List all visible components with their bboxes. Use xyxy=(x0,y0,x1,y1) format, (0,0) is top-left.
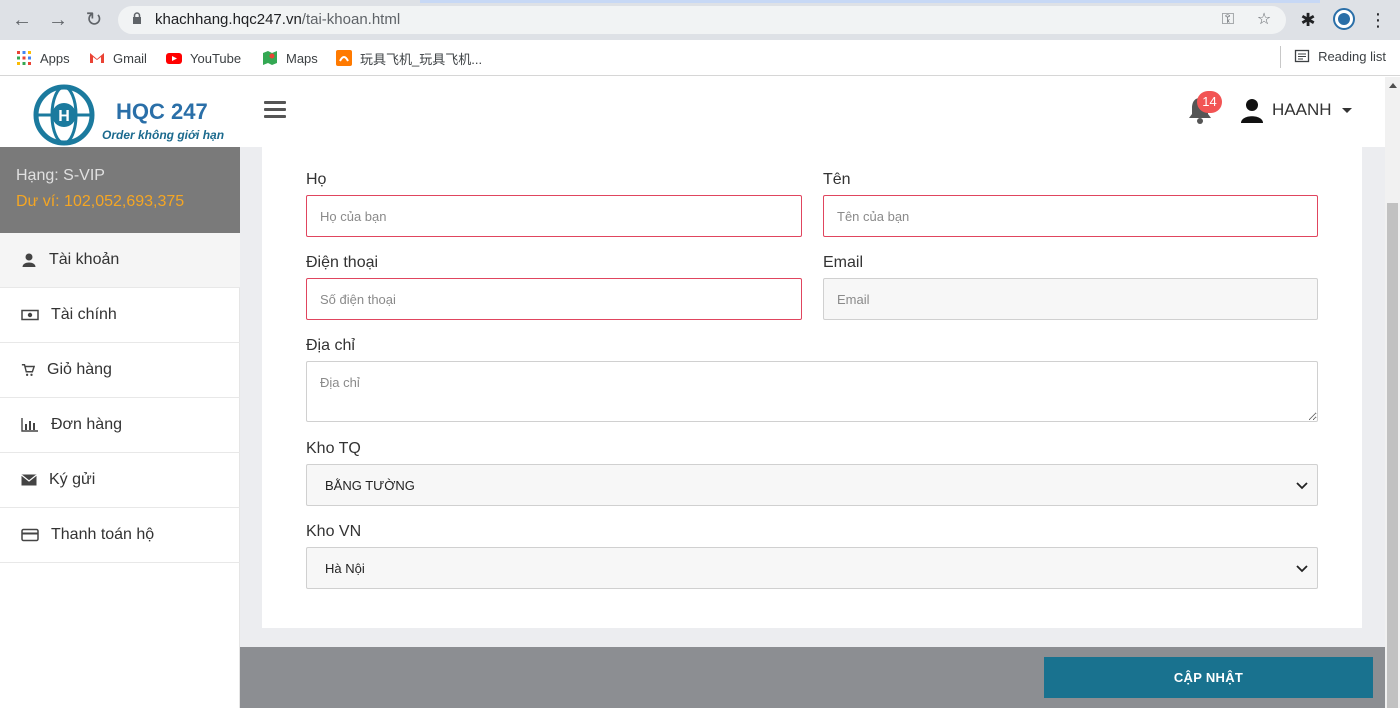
warehouse-vn-value: Hà Nội xyxy=(325,560,365,576)
sidebar-item-label: Tài chính xyxy=(51,306,117,323)
last-name-label: Họ xyxy=(306,171,327,188)
scrollbar-thumb[interactable] xyxy=(1387,203,1398,708)
caret-down-icon xyxy=(1341,107,1352,113)
account-summary: Hạng: S-VIP Dư ví: 102,052,693,375 xyxy=(0,147,240,233)
bookmark-gmail[interactable]: Gmail xyxy=(89,48,147,68)
bookmark-label: 玩具飞机_玩具飞机... xyxy=(360,51,483,67)
sidebar-item-label: Ký gửi xyxy=(49,471,96,488)
svg-text:H: H xyxy=(58,108,70,125)
update-button[interactable]: CẬP NHẬT xyxy=(1044,657,1373,698)
address-label: Địa chỉ xyxy=(306,337,355,354)
warehouse-cn-label: Kho TQ xyxy=(306,440,361,457)
last-name-input[interactable] xyxy=(306,195,802,237)
bookmark-label: Apps xyxy=(40,50,70,66)
logo-subtitle: Order không giới hạn xyxy=(102,128,225,142)
gmail-icon xyxy=(90,53,104,63)
email-label: Email xyxy=(823,254,864,271)
browser-toolbar: ← → ↻ khachhang.hqc247.vn/tai-khoan.html… xyxy=(0,0,1400,40)
logo[interactable]: H HQC 247 Order không giới hạn xyxy=(28,83,228,146)
rank-text: Hạng: S-VIP xyxy=(16,167,105,184)
url-path: /tai-khoan.html xyxy=(301,11,401,28)
bar-chart-icon xyxy=(21,418,38,432)
bookmark-label: YouTube xyxy=(190,50,242,66)
maps-icon xyxy=(263,51,277,65)
sidebar-item-payment[interactable]: Thanh toán hộ xyxy=(0,508,240,563)
user-avatar-icon xyxy=(1241,99,1263,123)
globe-logo-icon: H xyxy=(33,84,95,146)
bookmark-maps[interactable]: Maps xyxy=(262,48,318,68)
user-menu[interactable]: HAANH xyxy=(1240,97,1352,123)
sidebar-item-finance[interactable]: Tài chính xyxy=(0,288,240,343)
sidebar-item-consignment[interactable]: Ký gửi xyxy=(0,453,240,508)
apps-grid-icon xyxy=(17,51,31,65)
lock-icon xyxy=(133,12,141,24)
hamburger-menu-icon[interactable] xyxy=(264,101,286,119)
sidebar-item-orders[interactable]: Đơn hàng xyxy=(0,398,240,453)
url-domain: khachhang.hqc247.vn xyxy=(155,11,302,28)
tab-strip-indicator xyxy=(420,0,1320,3)
wallet-balance: Dư ví: 102,052,693,375 xyxy=(16,193,185,210)
email-input[interactable] xyxy=(823,278,1318,320)
money-icon xyxy=(21,309,39,321)
url-text: khachhang.hqc247.vn/tai-khoan.html xyxy=(155,11,400,28)
bookmarks-bar: Apps Gmail YouTube Maps 玩具飞机_玩具飞机... Rea… xyxy=(0,40,1400,76)
star-icon[interactable]: ☆ xyxy=(1254,10,1274,30)
first-name-label: Tên xyxy=(823,171,851,188)
profile-avatar-icon[interactable] xyxy=(1332,8,1356,32)
sidebar-item-cart[interactable]: Giỏ hàng xyxy=(0,343,240,398)
sidebar-item-label: Đơn hàng xyxy=(51,416,122,433)
user-icon xyxy=(22,253,36,267)
page-scrollbar[interactable] xyxy=(1385,77,1400,708)
back-arrow-icon[interactable]: ← xyxy=(10,8,34,32)
warehouse-vn-label: Kho VN xyxy=(306,523,362,540)
bookmark-label: Gmail xyxy=(113,50,147,66)
notification-badge: 14 xyxy=(1197,91,1222,113)
address-bar[interactable]: khachhang.hqc247.vn/tai-khoan.html ⚿ ☆ xyxy=(118,6,1286,34)
app-header: H HQC 247 Order không giới hạn HAANH xyxy=(0,77,1385,147)
bookmarks-divider xyxy=(1280,46,1282,68)
bookmark-alibaba[interactable]: 玩具飞机_玩具飞机... xyxy=(336,48,482,68)
warehouse-vn-select[interactable]: Hà Nội xyxy=(306,547,1318,589)
chevron-down-icon xyxy=(1296,565,1308,573)
reading-list-icon xyxy=(1294,49,1310,63)
bookmark-label: Maps xyxy=(286,50,318,66)
reading-list-label: Reading list xyxy=(1318,48,1386,64)
sidebar-item-label: Thanh toán hộ xyxy=(51,526,155,543)
sidebar: Hạng: S-VIP Dư ví: 102,052,693,375 Tài k… xyxy=(0,147,240,708)
first-name-input[interactable] xyxy=(823,195,1318,237)
youtube-icon xyxy=(166,53,182,64)
bookmark-apps[interactable]: Apps xyxy=(16,48,70,68)
phone-label: Điện thoại xyxy=(306,254,379,271)
warehouse-cn-value: BẰNG TƯỜNG xyxy=(325,477,415,493)
sidebar-item-label: Tài khoản xyxy=(49,251,120,268)
envelope-icon xyxy=(21,474,37,486)
cart-icon xyxy=(21,364,35,376)
credit-card-icon xyxy=(21,528,39,542)
logo-title: HQC 247 xyxy=(116,99,208,124)
sidebar-item-label: Giỏ hàng xyxy=(47,361,112,378)
kebab-menu-icon[interactable]: ⋮ xyxy=(1366,8,1390,32)
alibaba-icon xyxy=(336,50,352,66)
chevron-down-icon xyxy=(1296,482,1308,490)
address-textarea[interactable] xyxy=(306,361,1318,422)
sidebar-menu: Tài khoản Tài chính Giỏ hàng Đơn hàng Ký… xyxy=(0,233,240,563)
reload-icon[interactable]: ↻ xyxy=(82,8,106,32)
scroll-up-arrow-icon[interactable] xyxy=(1389,83,1397,88)
key-icon[interactable]: ⚿ xyxy=(1218,10,1238,30)
warehouse-cn-select[interactable]: BẰNG TƯỜNG xyxy=(306,464,1318,506)
puzzle-extensions-icon[interactable]: ✱ xyxy=(1296,8,1320,32)
bookmark-youtube[interactable]: YouTube xyxy=(166,48,241,68)
reading-list-button[interactable]: Reading list xyxy=(1280,46,1386,68)
phone-input[interactable] xyxy=(306,278,802,320)
username: HAANH xyxy=(1272,100,1332,119)
sidebar-item-account[interactable]: Tài khoản xyxy=(0,233,240,288)
forward-arrow-icon[interactable]: → xyxy=(46,8,70,32)
